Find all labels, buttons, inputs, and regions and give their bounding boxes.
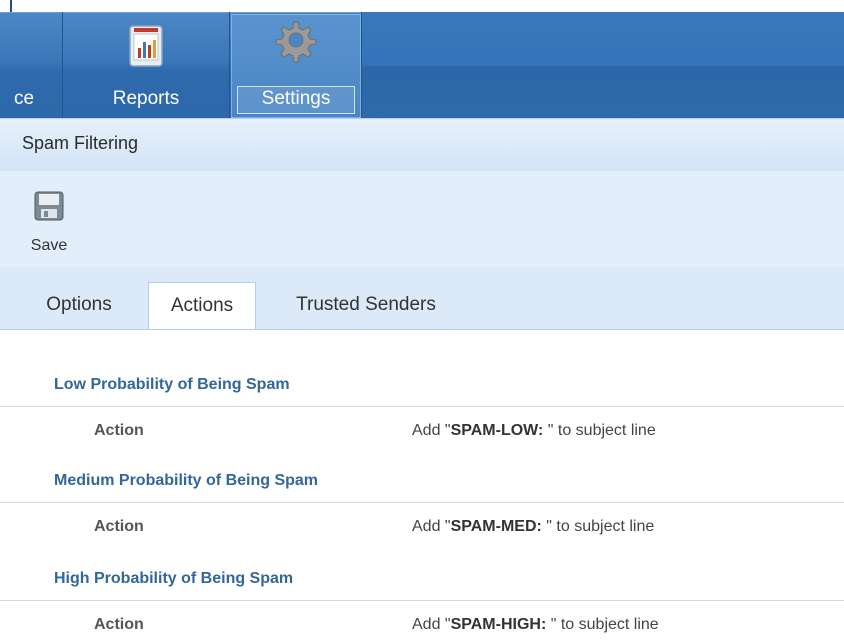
action-value-tag: SPAM-MED: xyxy=(450,518,547,535)
section-header: Spam Filtering xyxy=(0,118,844,172)
group-title-medium: Medium Probability of Being Spam xyxy=(54,472,319,489)
gear-icon xyxy=(272,16,320,64)
nav-item-settings[interactable]: Settings xyxy=(231,14,361,118)
action-value-prefix: Add " xyxy=(412,518,451,535)
action-value-suffix: " to subject line xyxy=(550,616,659,633)
action-value-prefix: Add " xyxy=(412,422,451,439)
section-title: Spam Filtering xyxy=(22,133,139,153)
save-icon xyxy=(34,191,64,226)
tab-actions-label: Actions xyxy=(170,295,234,316)
nav-item-partial-label: ce xyxy=(14,88,35,109)
toolbar: Save xyxy=(0,171,844,268)
row-divider xyxy=(0,502,844,503)
app-frame: ce Reports Settings Spam Filtering Save … xyxy=(0,0,844,640)
tab-options[interactable]: Options xyxy=(20,282,138,328)
nav-separator xyxy=(229,12,230,118)
action-value-tag: SPAM-LOW: xyxy=(450,422,548,439)
action-label-high: Action xyxy=(94,616,144,633)
tab-trusted-senders-label: Trusted Senders xyxy=(296,294,436,315)
tab-strip: Options Actions Trusted Senders xyxy=(0,267,844,330)
top-nav-empty-area xyxy=(362,12,844,118)
group-title-high: High Probability of Being Spam xyxy=(54,570,294,587)
nav-item-settings-label: Settings xyxy=(261,88,331,109)
nav-item-reports[interactable]: Reports xyxy=(63,14,229,118)
action-value-low[interactable]: Add "SPAM-LOW: " to subject line xyxy=(412,422,656,440)
tab-trusted-senders[interactable]: Trusted Senders xyxy=(266,282,466,328)
action-value-tag: SPAM-HIGH: xyxy=(450,616,551,633)
save-button-label: Save xyxy=(30,237,68,254)
reports-icon xyxy=(126,22,166,68)
row-divider xyxy=(0,406,844,407)
action-value-prefix: Add " xyxy=(412,616,451,633)
action-value-suffix: " to subject line xyxy=(547,422,656,439)
group-title-low: Low Probability of Being Spam xyxy=(54,376,290,393)
action-label-low: Action xyxy=(94,422,144,439)
nav-item-partial[interactable]: ce xyxy=(12,14,62,118)
action-value-medium[interactable]: Add "SPAM-MED: " to subject line xyxy=(412,518,654,536)
row-divider xyxy=(0,600,844,601)
nav-separator xyxy=(361,12,362,118)
save-button[interactable]: Save xyxy=(20,185,78,261)
action-value-suffix: " to subject line xyxy=(546,518,655,535)
action-value-high[interactable]: Add "SPAM-HIGH: " to subject line xyxy=(412,616,659,634)
nav-item-reports-label: Reports xyxy=(112,88,180,109)
tab-options-label: Options xyxy=(46,294,112,315)
tab-actions[interactable]: Actions xyxy=(148,282,256,329)
actions-panel: Low Probability of Being Spam Action Add… xyxy=(0,330,844,640)
action-label-medium: Action xyxy=(94,518,144,535)
